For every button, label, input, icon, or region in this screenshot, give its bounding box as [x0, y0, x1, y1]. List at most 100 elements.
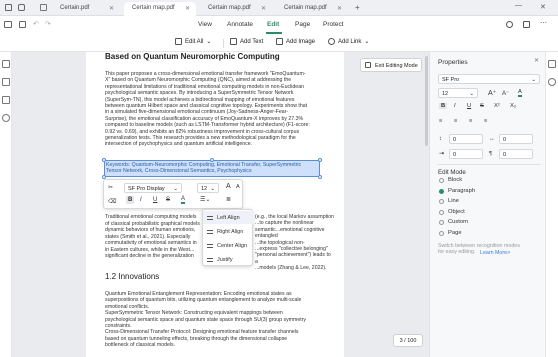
underline-icon[interactable]: U [467, 103, 471, 109]
increase-font-icon[interactable]: A⁺ [488, 89, 496, 97]
mode-radio[interactable] [439, 230, 444, 236]
line-spacing-input[interactable]: 0 [449, 134, 483, 144]
align-right-icon[interactable]: ≡ [469, 118, 472, 124]
share-icon[interactable] [523, 21, 530, 28]
text-color-icon[interactable]: A [181, 196, 186, 204]
intro-paragraph-start[interactable]: Traditional emotional computing models [105, 214, 200, 220]
char-spacing-input[interactable]: 0 [499, 134, 533, 144]
text-color-icon[interactable]: A [518, 89, 522, 97]
properties-icon[interactable] [548, 60, 556, 68]
undo-icon[interactable]: ↶ [33, 20, 39, 28]
close-icon[interactable]: ✕ [534, 58, 539, 64]
add-link-button[interactable]: Add Link ⌄ [328, 38, 369, 45]
delete-icon[interactable]: ⌫ [108, 198, 116, 205]
learn-more-link[interactable]: Learn More> [480, 250, 510, 256]
italic-icon[interactable]: I [140, 197, 142, 203]
justify-icon[interactable]: ≡ [484, 118, 487, 124]
redo-icon[interactable]: ↷ [45, 20, 51, 28]
home-tab-icon[interactable] [40, 4, 47, 11]
align-right-option[interactable]: Right Align [203, 225, 254, 238]
exit-editing-button[interactable]: Exit Editing Mode [360, 58, 422, 72]
keywords-text[interactable]: Keywords: Quantum-Neuromorphic Computing… [106, 162, 322, 175]
intro-paragraph-left[interactable]: of classical probabilistic graphical mod… [105, 221, 200, 259]
ai-assistant-icon[interactable] [548, 78, 556, 86]
search-icon[interactable] [506, 21, 513, 28]
mode-label[interactable]: Block [448, 177, 462, 183]
subscript-icon[interactable]: X₂ [510, 103, 516, 109]
mode-label[interactable]: Page [448, 230, 462, 236]
mode-radio[interactable] [439, 188, 444, 194]
justify-option[interactable]: Justify [203, 253, 254, 266]
close-icon[interactable]: ✕ [185, 5, 190, 12]
italic-icon[interactable]: I [454, 103, 456, 109]
paragraph-spacing-input[interactable]: 0 [499, 149, 533, 159]
mode-radio[interactable] [439, 209, 444, 215]
mode-label[interactable]: Line [448, 198, 459, 204]
close-icon[interactable]: ✕ [337, 5, 342, 12]
tab-2-active[interactable]: Certain map.pdf ✕ [124, 2, 196, 16]
thumbnails-icon[interactable] [2, 60, 10, 68]
strikethrough-icon[interactable]: S [480, 103, 484, 109]
scissors-icon[interactable]: ✂ [108, 184, 113, 191]
align-icon[interactable]: ☰⌄ [200, 196, 210, 203]
intro-paragraph-right[interactable]: (e.g., the local Markov assumption ...to… [255, 214, 335, 272]
decrease-font-button[interactable]: A [236, 184, 240, 190]
home-icon[interactable] [5, 4, 12, 11]
align-left-icon[interactable]: ≡ [439, 118, 442, 124]
add-image-button[interactable]: Add Image [276, 38, 315, 45]
menu-edit[interactable]: Edit [267, 21, 279, 28]
superscript-icon[interactable]: X² [494, 103, 500, 109]
mode-label[interactable]: Paragraph [448, 188, 475, 194]
abstract-paragraph[interactable]: This paper proposes a cross-dimensional … [105, 71, 335, 148]
mode-radio[interactable] [439, 199, 444, 204]
increase-font-button[interactable]: A [226, 183, 231, 190]
mode-label[interactable]: Custom [448, 219, 468, 225]
indent-input[interactable]: 0 [449, 149, 483, 159]
font-size-select[interactable]: 12 ⌄ [197, 183, 219, 193]
save-icon[interactable] [19, 21, 26, 28]
new-tab-icon[interactable]: + [355, 3, 360, 12]
close-icon[interactable]: ✕ [261, 5, 266, 12]
underline-icon[interactable]: U [153, 197, 157, 203]
section-heading[interactable]: 1.2 Innovations [105, 272, 159, 281]
close-window-icon[interactable]: ✕ [540, 3, 546, 11]
scrollbar[interactable] [425, 56, 428, 146]
font-family-select[interactable]: SF Pro Display ⌄ [124, 183, 182, 193]
app-icon[interactable] [18, 4, 25, 11]
align-center-option[interactable]: Center Align [203, 239, 254, 252]
align-left-option[interactable]: Left Align [203, 211, 254, 224]
menu-annotate[interactable]: Annotate [227, 21, 253, 28]
sidebar-toggle-icon[interactable] [4, 21, 12, 28]
more-icon[interactable]: ⋯ [540, 19, 547, 27]
font-value: SF Pro [442, 77, 460, 83]
close-icon[interactable]: ✕ [109, 5, 114, 12]
page-counter[interactable]: 3 / 100 [393, 334, 423, 347]
mode-label[interactable]: Object [448, 209, 465, 215]
mode-radio[interactable] [439, 220, 444, 225]
bold-icon[interactable]: B [439, 103, 448, 109]
tab-1[interactable]: Certain.pdf ✕ [52, 2, 120, 16]
edit-all-button[interactable]: Edit All ⌄ [175, 38, 211, 45]
menu-view[interactable]: View [198, 21, 212, 28]
attachment-icon[interactable] [2, 114, 10, 122]
field-value: 0 [503, 137, 507, 143]
minimize-icon[interactable]: — [515, 2, 522, 9]
bookmark-icon[interactable] [2, 96, 10, 104]
doc-title[interactable]: Based on Quantum Neuromorphic Computing [105, 52, 280, 61]
resize-handle[interactable] [318, 175, 322, 179]
align-center-icon[interactable]: ≡ [454, 118, 457, 124]
bold-icon[interactable]: B [126, 196, 135, 204]
innovations-paragraph[interactable]: Quantum Emotional Entanglement Represent… [105, 291, 340, 349]
line-spacing-icon[interactable]: ≣ [226, 196, 231, 203]
tab-3[interactable]: Certain map.pdf ✕ [200, 2, 272, 16]
menu-page[interactable]: Page [295, 21, 310, 28]
decrease-font-icon[interactable]: A⁻ [502, 90, 509, 97]
tab-4[interactable]: Certain map.pdf ✕ [276, 2, 348, 16]
font-select[interactable]: SF Pro ⌄ [438, 74, 540, 84]
strikethrough-icon[interactable]: S [166, 197, 170, 203]
add-text-button[interactable]: Add Text [230, 38, 263, 45]
size-select[interactable]: 12 ⌄ [438, 88, 478, 98]
comment-icon[interactable] [2, 78, 10, 86]
menu-protect[interactable]: Protect [323, 21, 344, 28]
mode-radio[interactable] [439, 178, 444, 183]
